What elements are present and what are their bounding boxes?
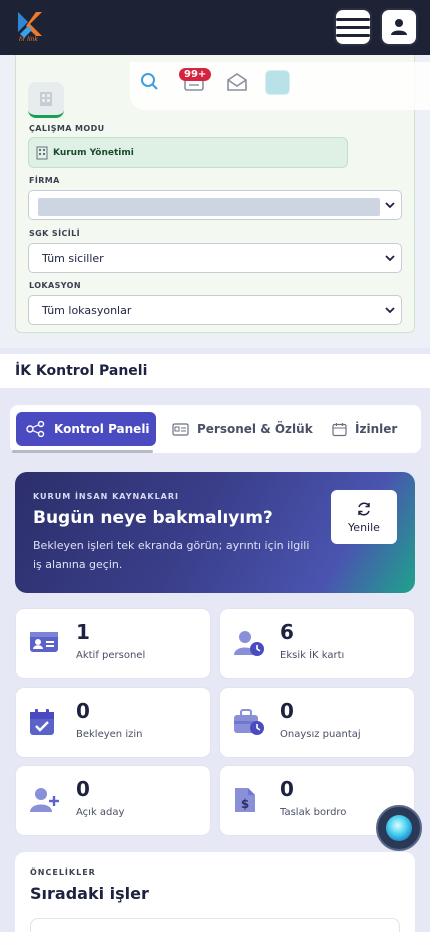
building-icon (36, 146, 48, 159)
organization-row (28, 82, 64, 118)
company-label: FİRMA (29, 176, 60, 185)
hero-title: Bugün neye bakmalıyım? (33, 508, 273, 528)
tab-label: İzinler (355, 422, 398, 436)
tab-label: Kontrol Paneli (54, 422, 150, 436)
page-title: İK Kontrol Paneli (15, 363, 148, 379)
stat-card-active-personnel[interactable]: 1 Aktif personel (15, 608, 211, 679)
stat-label: Onaysız puantaj (280, 729, 361, 740)
company-select[interactable] (28, 190, 402, 220)
sgk-select[interactable]: Tüm siciller (28, 243, 402, 273)
id-card-icon (172, 422, 189, 436)
location-select[interactable]: Tüm lokasyonlar (28, 295, 402, 325)
building-icon (28, 82, 64, 118)
priorities-kicker: ÖNCELİKLER (30, 868, 96, 877)
stat-label: Aktif personel (76, 650, 146, 661)
refresh-button[interactable]: Yenile (331, 490, 397, 544)
app-switcher-button[interactable] (265, 70, 290, 95)
tab-label: Personel & Özlük (197, 422, 313, 436)
user-plus-icon (30, 788, 59, 812)
mail-icon[interactable] (226, 72, 248, 92)
nodes-icon (26, 421, 45, 437)
refresh-icon (358, 501, 370, 516)
stat-value: 6 (280, 620, 294, 644)
stat-value: 0 (76, 777, 90, 801)
calendar-check-icon (30, 709, 54, 735)
section-header: İK Kontrol Paneli (0, 354, 430, 388)
sgk-value: Tüm siciller (42, 251, 104, 265)
stat-card-pending-leave[interactable]: 0 Bekleyen izin (15, 687, 211, 758)
stat-value: 0 (280, 777, 294, 801)
hero-subtitle: Bekleyen işleri tek ekranda görün; ayrın… (33, 539, 310, 571)
search-icon[interactable] (140, 72, 160, 92)
location-label: LOKASYON (29, 281, 81, 290)
priorities-card: ÖNCELİKLER Sıradaki işler (15, 852, 415, 932)
menu-button[interactable] (334, 8, 372, 46)
priorities-title: Sıradaki işler (30, 884, 149, 903)
logo-text: hr link (19, 36, 38, 43)
tab-bar: Kontrol Paneli Personel & Özlük İzinler (10, 405, 421, 453)
top-bar: hr link (0, 0, 430, 55)
notifications-badge: 99+ (179, 68, 212, 81)
assistant-orb-icon (386, 815, 412, 841)
stat-card-missing-hr-card[interactable]: 6 Eksik İK kartı (219, 608, 415, 679)
tab-dashboard[interactable]: Kontrol Paneli (16, 412, 156, 446)
user-menu-button[interactable] (380, 8, 418, 46)
stat-label: Bekleyen izin (76, 729, 143, 740)
svg-text:$: $ (241, 797, 249, 811)
user-icon (391, 19, 407, 35)
assistant-button[interactable] (376, 805, 422, 851)
calendar-icon (332, 422, 347, 436)
tab-personnel[interactable]: Personel & Özlük (172, 412, 313, 446)
stat-value: 1 (76, 620, 90, 644)
mode-selector[interactable]: Kurum Yönetimi (28, 137, 348, 168)
invoice-dollar-icon: $ (235, 788, 255, 812)
mode-value: Kurum Yönetimi (53, 147, 134, 158)
hamburger-icon (336, 17, 370, 21)
tab-scroll-indicator (12, 450, 153, 453)
chevron-down-icon (385, 255, 395, 262)
stat-label: Açık aday (76, 807, 125, 818)
user-clock-icon (234, 631, 264, 656)
id-card-icon (30, 632, 58, 652)
stat-value: 0 (76, 699, 90, 723)
hero-card: KURUM İNSAN KAYNAKLARI Bugün neye bakmal… (15, 472, 415, 593)
stat-value: 0 (280, 699, 294, 723)
priority-list (30, 918, 400, 932)
briefcase-clock-icon (234, 709, 264, 735)
stat-label: Eksik İK kartı (280, 650, 345, 661)
tab-leaves[interactable]: İzinler (332, 412, 397, 446)
chevron-down-icon (385, 307, 395, 314)
location-value: Tüm lokasyonlar (42, 303, 132, 317)
stat-card-open-candidate[interactable]: 0 Açık aday (15, 765, 211, 836)
stat-label: Taslak bordro (280, 807, 347, 818)
company-loading-placeholder (38, 198, 380, 216)
chevron-down-icon (385, 202, 395, 209)
sgk-label: SGK SİCİLİ (29, 229, 80, 238)
refresh-label: Yenile (348, 520, 380, 534)
mode-label: ÇALIŞMA MODU (29, 124, 105, 133)
hero-kicker: KURUM İNSAN KAYNAKLARI (33, 492, 179, 501)
stat-card-unapproved-timesheet[interactable]: 0 Onaysız puantaj (219, 687, 415, 758)
